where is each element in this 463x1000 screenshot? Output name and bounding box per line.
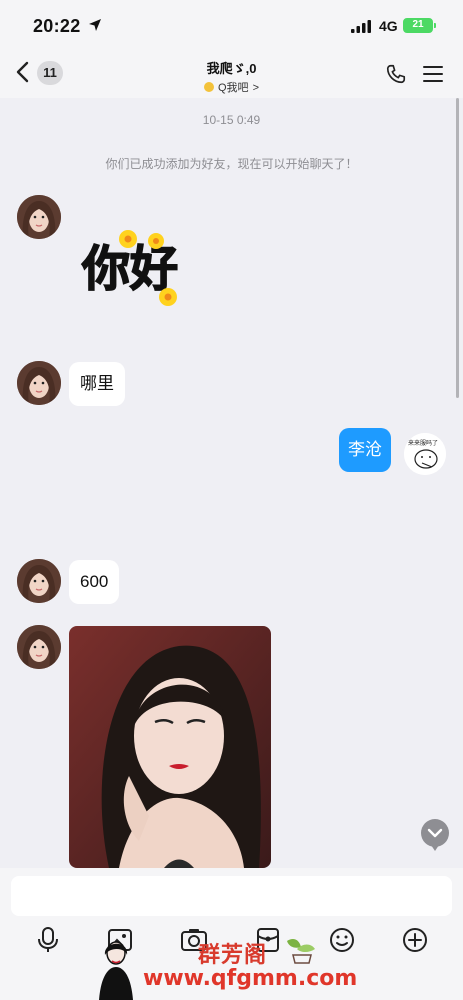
avatar-image	[17, 361, 61, 405]
teacup-leaf-icon	[287, 939, 315, 964]
my-message-bubble[interactable]: 李沧	[339, 428, 391, 472]
phone-icon[interactable]	[385, 63, 407, 85]
battery-level: 21	[412, 19, 424, 30]
flower-icon	[119, 230, 137, 248]
status-time: 20:22	[33, 16, 81, 36]
network-type: 4G	[379, 18, 398, 34]
photo-image	[69, 626, 271, 868]
avatar-image	[17, 559, 61, 603]
back-chevron-icon[interactable]	[14, 60, 32, 84]
location-arrow-icon	[89, 19, 101, 31]
chevron-right-icon: >	[252, 82, 259, 94]
menu-icon[interactable]	[423, 65, 443, 83]
microphone-icon[interactable]	[34, 926, 62, 954]
plus-icon[interactable]	[401, 926, 429, 954]
watermark-url: www.qfgmm.com	[143, 966, 358, 991]
status-bar: 20:22 4G 21	[0, 0, 463, 46]
avatar-image	[17, 195, 61, 239]
message-list[interactable]: 10-15 0:49 你们已成功添加为好友，现在可以开始聊天了！ 你好 哪里 李…	[0, 98, 463, 868]
signal-icon	[351, 20, 371, 33]
avatar-image: 来来服吗了	[404, 433, 446, 475]
image-message[interactable]	[69, 626, 271, 868]
battery-tip	[434, 23, 436, 28]
chat-header: 11 我爬ゞ,0 Q我吧 >	[0, 46, 463, 98]
message-bubble[interactable]: 哪里	[69, 362, 125, 406]
message-timestamp: 10-15 0:49	[202, 113, 261, 127]
contact-avatar[interactable]	[17, 625, 61, 669]
scrollbar[interactable]	[456, 98, 459, 398]
avatar-caption: 来来服吗了	[408, 439, 438, 447]
contact-avatar[interactable]	[17, 195, 61, 239]
contact-status[interactable]: Q我吧 >	[180, 79, 283, 95]
message-input[interactable]	[11, 876, 452, 916]
smiley-icon	[204, 82, 214, 92]
contact-status-text: Q我吧	[218, 82, 249, 94]
input-bar: 群芳阁 www.qfgmm.com	[0, 868, 463, 1000]
my-avatar[interactable]: 来来服吗了	[404, 433, 446, 475]
avatar-image	[17, 625, 61, 669]
unread-badge[interactable]: 11	[37, 61, 63, 85]
message-bubble[interactable]: 600	[69, 560, 120, 604]
watermark-name: 群芳阁	[198, 942, 268, 968]
contact-name[interactable]: 我爬ゞ,0	[160, 58, 303, 77]
flower-icon	[159, 288, 177, 306]
flower-icon	[148, 233, 164, 249]
watermark-figure-icon	[99, 941, 133, 1000]
sticker-text: 你好	[81, 241, 178, 297]
watermark: 群芳阁 www.qfgmm.com	[93, 935, 373, 1000]
system-notice: 你们已成功添加为好友，现在可以开始聊天了！	[105, 157, 358, 171]
contact-avatar[interactable]	[17, 559, 61, 603]
hello-sticker[interactable]: 你好	[78, 223, 202, 311]
contact-avatar[interactable]	[17, 361, 61, 405]
battery-icon: 21	[403, 18, 433, 33]
scroll-down-icon[interactable]	[420, 818, 450, 852]
